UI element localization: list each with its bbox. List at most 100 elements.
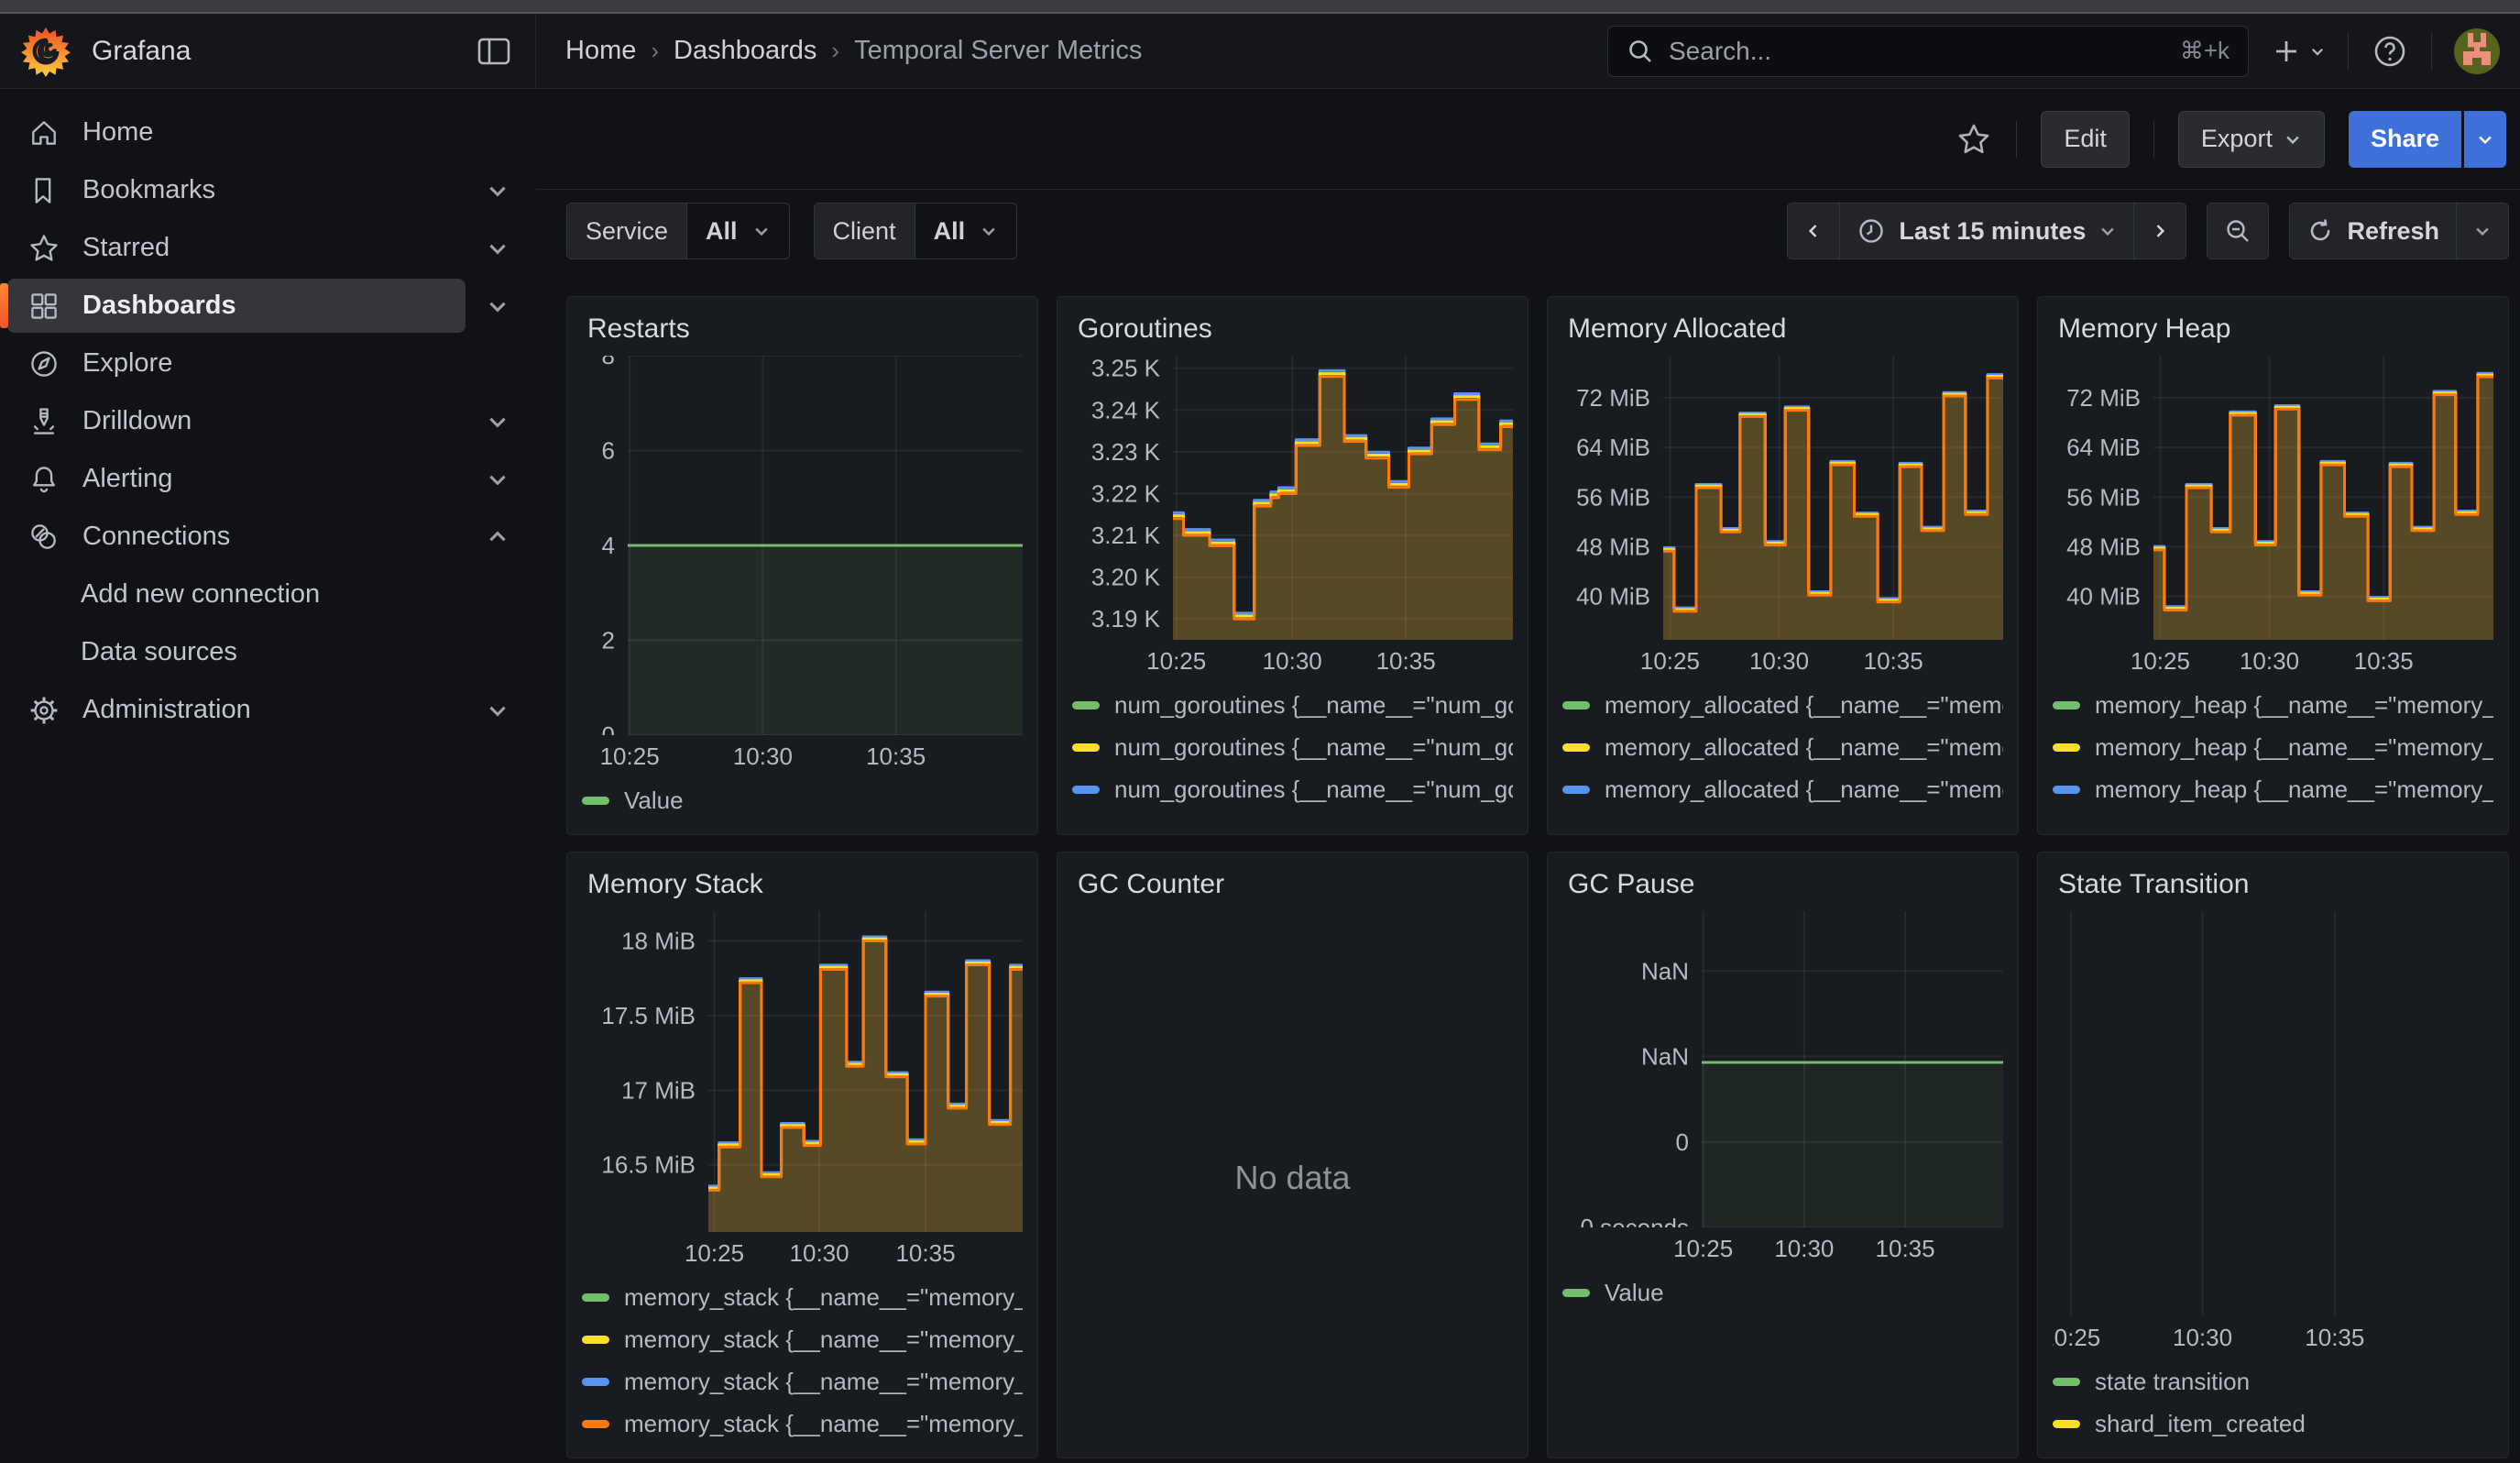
dashboards-icon [27,290,60,323]
svg-text:0 seconds: 0 seconds [1580,1214,1689,1227]
sidebar-item-add-new-connection[interactable]: Add new connection [0,566,536,623]
legend-item[interactable]: memory_heap {__name__="memory_heap" [2053,726,2493,768]
sidebar-item-administration[interactable]: Administration [0,681,536,739]
search-input[interactable]: Search... ⌘+k [1607,26,2249,77]
chevron-down-icon[interactable] [486,179,509,203]
legend-label: memory_heap {__name__="memory_heap" [2095,733,2493,762]
panel-title[interactable]: GC Pause [1568,869,2003,900]
panel-title[interactable]: Restarts [587,314,1023,345]
panel-title[interactable]: Goroutines [1078,314,1513,345]
filter-label: Client [815,204,915,258]
chevron-down-icon[interactable] [486,236,509,260]
legend-item[interactable]: memory_allocated {__name__="memory_alloc… [1562,684,2003,726]
chevron-down-icon[interactable] [486,698,509,722]
time-range-picker[interactable]: Last 15 minutes [1839,204,2133,258]
panel-title[interactable]: GC Counter [1078,869,1513,900]
panel-title[interactable]: Memory Allocated [1568,314,2003,345]
legend-item[interactable]: memory_allocated {__name__="memory_alloc… [1562,810,2003,821]
legend-item[interactable]: Value [582,779,1023,821]
sidebar-item-drilldown[interactable]: Drilldown [0,392,536,450]
sidebar-item-home[interactable]: Home [0,104,536,161]
sidebar-item-connections[interactable]: Connections [0,508,536,566]
x-tick-label: 10:30 [733,742,793,771]
x-tick-label: 10:30 [1749,647,1809,676]
x-tick-label: 10:30 [790,1239,849,1268]
sidebar-item-label: Drilldown [82,406,192,436]
time-forward-button[interactable] [2133,204,2186,258]
star-dashboard-button[interactable] [1956,121,1992,158]
chevron-down-icon[interactable] [486,294,509,318]
chevron-down-icon[interactable] [486,468,509,491]
svg-text:3.20 K: 3.20 K [1091,564,1161,591]
legend-item[interactable]: memory_heap {__name__="memory_heap" [2053,810,2493,821]
panel-title[interactable]: Memory Stack [587,869,1023,900]
sidebar-item-dashboards[interactable]: Dashboards [0,277,536,335]
sidebar-item-data-sources[interactable]: Data sources [0,623,536,681]
series-color-marker [582,797,609,805]
client-filter[interactable]: Client All [814,203,1018,259]
panel-plot[interactable]: 40 MiB48 MiB56 MiB64 MiB72 MiB [2053,356,2493,640]
legend-item[interactable]: num_goroutines {__name__="num_goroutines… [1072,726,1513,768]
legend-item[interactable]: memory_heap {__name__="memory_heap" [2053,768,2493,810]
series-color-marker [1562,743,1590,752]
export-button[interactable]: Export [2178,111,2325,168]
sidebar-item-label: Starred [82,233,170,263]
breadcrumb-dashboards[interactable]: Dashboards [674,36,816,66]
chevron-down-icon [752,222,771,240]
header-actions: Search... ⌘+k [1607,23,2520,80]
panel-legend: memory_allocated {__name__="memory_alloc… [1562,684,2003,821]
series-color-marker [1072,743,1100,752]
sidebar-item-alerting[interactable]: Alerting [0,450,536,508]
panel-restarts: Restarts 02468 10:2510:3010:35 Value [566,296,1038,835]
panel-plot[interactable] [2053,911,2493,1316]
legend-item[interactable]: Value [1562,1271,2003,1314]
legend-item[interactable]: memory_stack {__name__="memory_stack" [582,1360,1023,1402]
sidebar-item-explore[interactable]: Explore [0,335,536,392]
svg-text:NaN: NaN [1641,1043,1689,1071]
refresh-button[interactable]: Refresh [2290,204,2456,258]
share-button[interactable]: Share [2349,111,2461,168]
breadcrumb-separator-icon: › [651,37,659,65]
chevron-down-icon[interactable] [486,410,509,434]
legend-item[interactable]: memory_heap {__name__="memory_heap" [2053,684,2493,726]
legend-item[interactable]: memory_allocated {__name__="memory_alloc… [1562,726,2003,768]
sidebar-item-starred[interactable]: Starred [0,219,536,277]
legend-item[interactable]: memory_stack {__name__="memory_stack" [582,1318,1023,1360]
legend-item[interactable]: memory_allocated {__name__="memory_alloc… [1562,768,2003,810]
legend-item[interactable]: memory_stack {__name__="memory_stack" [582,1276,1023,1318]
star-icon [27,232,60,265]
legend-item[interactable]: num_goroutines {__name__="num_goroutines… [1072,768,1513,810]
panel-title[interactable]: State Transition [2058,869,2493,900]
refresh-interval-button[interactable] [2456,204,2508,258]
time-back-button[interactable] [1788,204,1839,258]
service-filter[interactable]: Service All [566,203,790,259]
legend-item[interactable]: num_goroutines {__name__="num_goroutines… [1072,810,1513,821]
add-new-button[interactable] [2265,30,2331,72]
x-axis-labels: 10:2510:3010:35 [1562,1227,2003,1264]
window-chrome-strip [0,0,2520,14]
svg-text:48 MiB: 48 MiB [1576,533,1650,560]
user-avatar[interactable] [2449,23,2505,80]
legend-item[interactable]: memory_stack {__name__="memory_stack" [582,1402,1023,1445]
legend-item[interactable]: shard_item_created [2053,1402,2493,1445]
share-options-button[interactable] [2464,111,2506,168]
panel-plot[interactable]: 02468 [582,356,1023,735]
legend-label: memory_heap {__name__="memory_heap" [2095,776,2493,804]
legend-item[interactable]: state transition [2053,1360,2493,1402]
help-button[interactable] [2365,27,2415,76]
panel-plot[interactable]: 40 MiB48 MiB56 MiB64 MiB72 MiB [1562,356,2003,640]
item-highlight [7,394,466,448]
edit-button[interactable]: Edit [2041,111,2130,168]
x-axis-labels: 10:2510:3010:35 [1562,640,2003,676]
panel-plot[interactable]: 3.19 K3.20 K3.21 K3.22 K3.23 K3.24 K3.25… [1072,356,1513,640]
panel-plot[interactable]: 16.5 MiB17 MiB17.5 MiB18 MiB [582,911,1023,1232]
panel-title[interactable]: Memory Heap [2058,314,2493,345]
dock-sidebar-icon[interactable] [477,36,511,67]
breadcrumb-home[interactable]: Home [565,36,636,66]
zoom-out-button[interactable] [2208,204,2268,258]
sidebar-item-bookmarks[interactable]: Bookmarks [0,161,536,219]
legend-item[interactable]: num_goroutines {__name__="num_goroutines… [1072,684,1513,726]
refresh-label: Refresh [2347,217,2439,246]
chevron-up-icon[interactable] [486,525,509,549]
panel-plot[interactable]: 0 seconds0NaNNaN [1562,911,2003,1227]
